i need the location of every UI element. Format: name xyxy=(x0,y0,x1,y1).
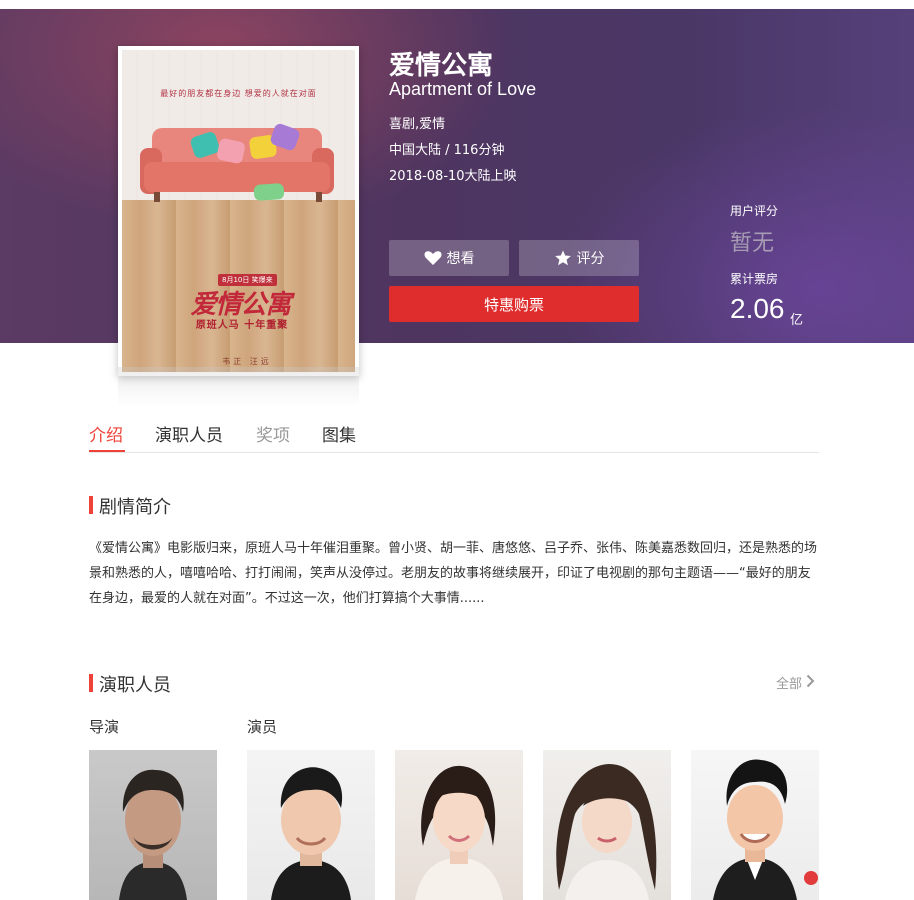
poster-sofa-seat xyxy=(144,162,330,192)
tab-awards[interactable]: 奖项 xyxy=(256,421,290,446)
poster-image: 最好的朋友都在身边 想爱的人就在对面 8月10日 笑爆来 爱情公寓 原班人马 十… xyxy=(122,50,355,372)
movie-title: 爱情公寓 xyxy=(389,51,494,81)
cast-section-title: 演职人员 xyxy=(89,671,171,697)
plot-summary: 《爱情公寓》电影版归来，原班人马十年催泪重聚。曾小贤、胡一菲、唐悠悠、吕子乔、张… xyxy=(89,541,818,606)
view-all-label: 全部 xyxy=(776,677,803,692)
director-photo[interactable] xyxy=(89,750,217,900)
movie-poster[interactable]: 最好的朋友都在身边 想爱的人就在对面 8月10日 笑爆来 爱情公寓 原班人马 十… xyxy=(118,46,359,376)
movie-banner: 最好的朋友都在身边 想爱的人就在对面 8月10日 笑爆来 爱情公寓 原班人马 十… xyxy=(0,9,914,376)
want-to-see-label: 想看 xyxy=(446,251,475,267)
user-score-label: 用户评分 xyxy=(730,204,779,218)
user-score-value: 暂无 xyxy=(730,231,775,256)
chevron-right-icon xyxy=(806,674,815,692)
buy-ticket-button[interactable]: 特惠购票 xyxy=(389,286,639,322)
actor-photo[interactable] xyxy=(247,750,375,900)
tab-gallery[interactable]: 图集 xyxy=(322,421,356,446)
movie-genre: 喜剧,爱情 xyxy=(389,117,446,132)
plot-section-title: 剧情简介 xyxy=(89,493,171,519)
actor-label: 演员 xyxy=(247,718,278,736)
poster-pillow xyxy=(253,182,285,202)
movie-region-duration: 中国大陆 / 116分钟 xyxy=(389,143,505,158)
director-label: 导演 xyxy=(89,718,120,736)
star-icon xyxy=(554,250,572,266)
tab-intro[interactable]: 介绍 xyxy=(89,421,123,446)
tab-cast[interactable]: 演职人员 xyxy=(155,421,223,446)
heart-icon xyxy=(424,250,442,266)
rate-button[interactable]: 评分 xyxy=(519,240,639,276)
want-to-see-button[interactable]: 想看 xyxy=(389,240,509,276)
movie-english-title: Apartment of Love xyxy=(389,79,537,99)
poster-director-credit: 韦正 汪远 xyxy=(222,357,272,366)
poster-sofa-leg xyxy=(316,192,322,202)
box-office-label: 累计票房 xyxy=(730,272,779,286)
poster-tagline: 最好的朋友都在身边 想爱的人就在对面 xyxy=(160,89,317,98)
box-office-value: 2.06 xyxy=(730,293,785,324)
poster-reflection xyxy=(118,367,359,407)
rate-label: 评分 xyxy=(576,251,605,267)
detail-tabs: 介绍 演职人员 奖项 图集 xyxy=(89,410,819,453)
poster-logo-subtitle: 原班人马 十年重聚 xyxy=(195,320,289,331)
movie-release-date: 2018-08-10大陆上映 xyxy=(389,169,517,184)
top-strip xyxy=(0,0,914,9)
view-all-cast-link[interactable]: 全部 xyxy=(776,673,815,692)
box-office-unit: 亿 xyxy=(790,313,804,328)
actor-photo[interactable] xyxy=(691,750,819,900)
actor-photo[interactable] xyxy=(395,750,523,900)
poster-sofa-leg xyxy=(154,192,160,202)
active-tab-indicator xyxy=(89,450,125,452)
actor-photo[interactable] xyxy=(543,750,671,900)
